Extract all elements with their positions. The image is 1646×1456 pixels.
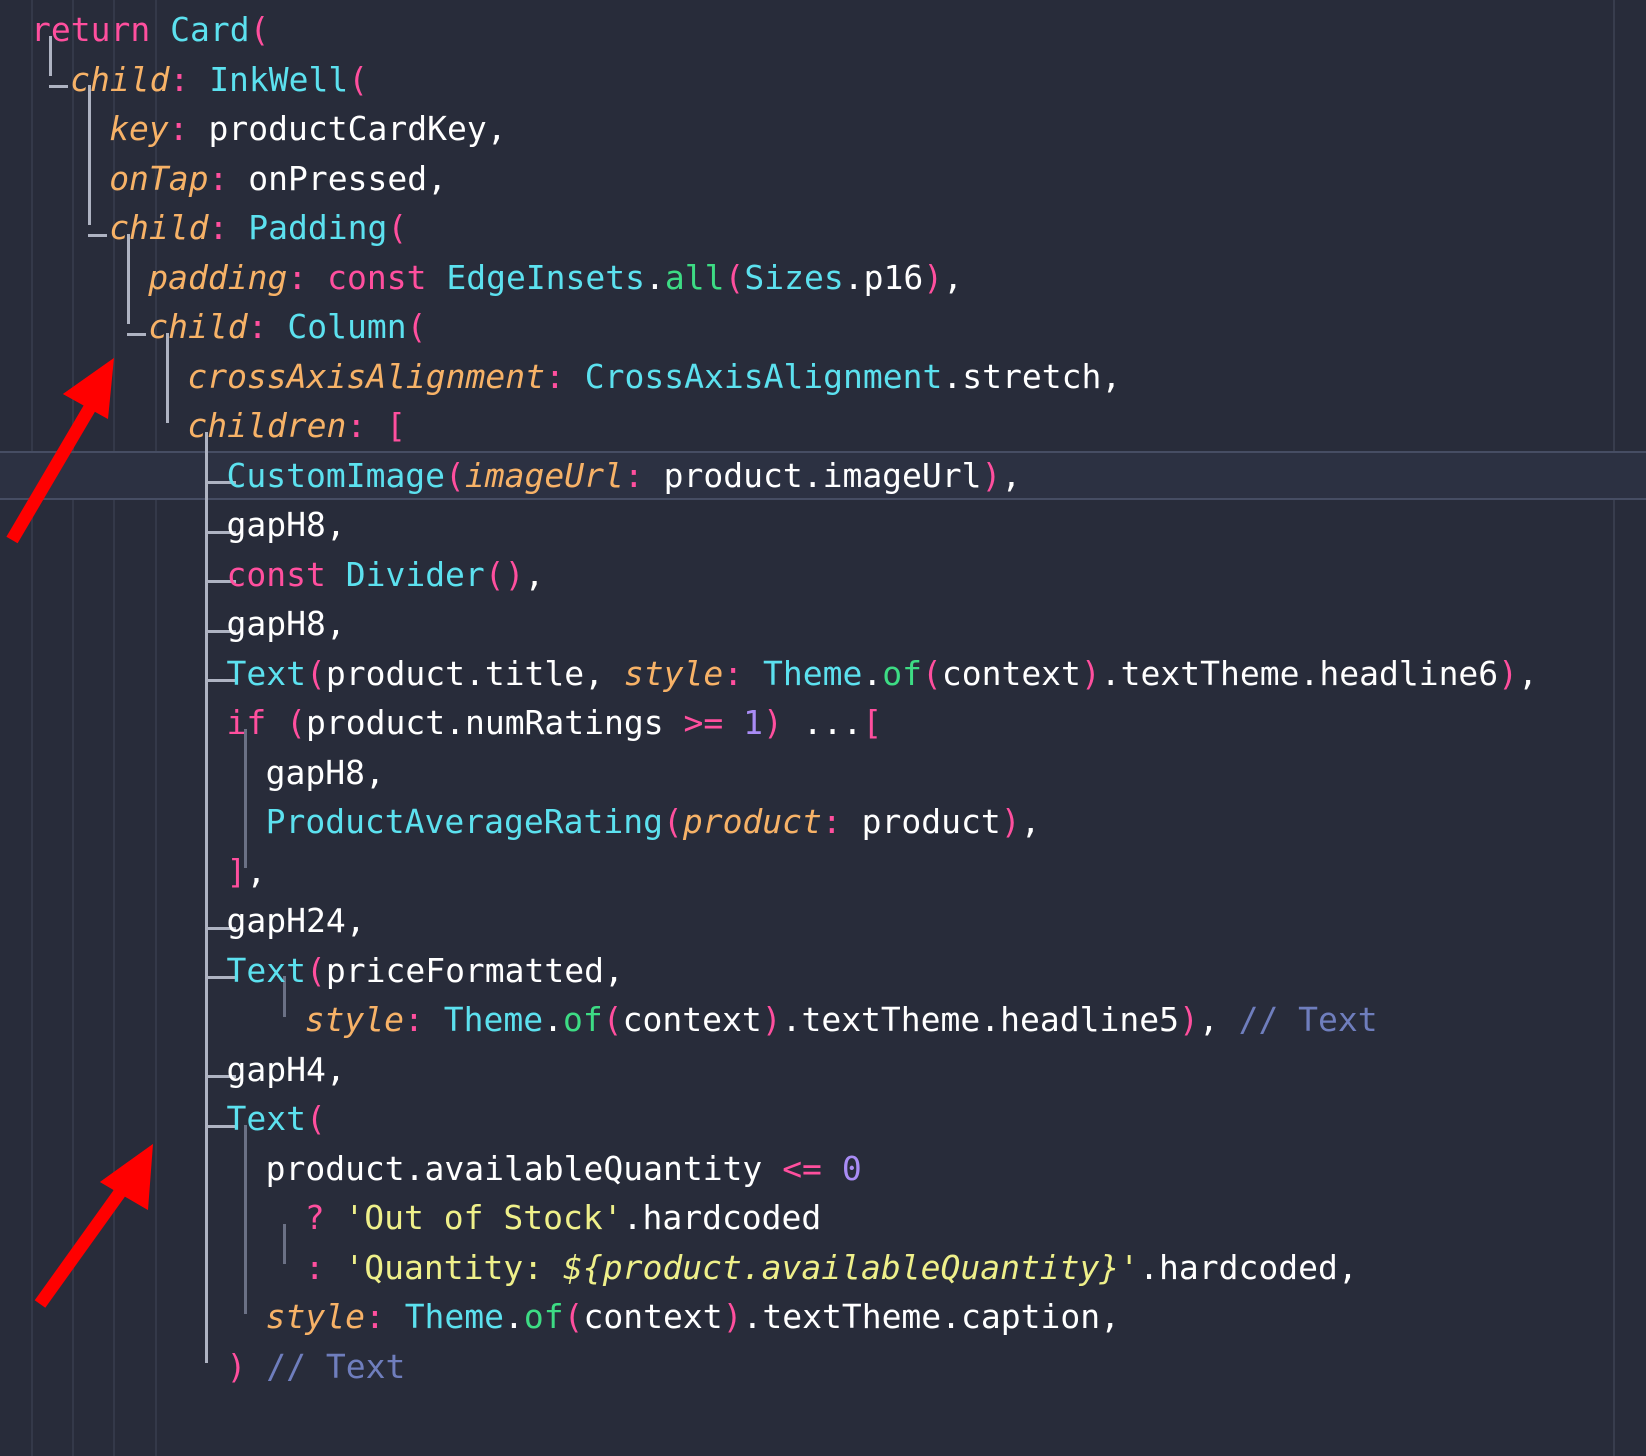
code-line[interactable]: : 'Quantity: ${product.availableQuantity… [0, 1243, 1646, 1293]
code-editor-viewport[interactable]: return Card(child: InkWell(key: productC… [0, 0, 1646, 1456]
code-line[interactable]: gapH24, [0, 896, 1646, 946]
code-line[interactable]: gapH8, [0, 748, 1646, 798]
code-line[interactable]: const Divider(), [0, 550, 1646, 600]
code-line[interactable]: Text( [0, 1094, 1646, 1144]
code-line[interactable]: ) // Text [0, 1342, 1646, 1392]
code-line[interactable]: Text(product.title, style: Theme.of(cont… [0, 649, 1646, 699]
code-line[interactable]: onTap: onPressed, [0, 154, 1646, 204]
code-line[interactable]: ProductAverageRating(product: product), [0, 797, 1646, 847]
code-line[interactable]: CustomImage(imageUrl: product.imageUrl), [0, 451, 1646, 501]
code-line[interactable]: Text(priceFormatted, [0, 946, 1646, 996]
code-line[interactable]: ? 'Out of Stock'.hardcoded [0, 1193, 1646, 1243]
code-line[interactable]: style: Theme.of(context).textTheme.capti… [0, 1292, 1646, 1342]
code-line[interactable]: product.availableQuantity <= 0 [0, 1144, 1646, 1194]
code-line[interactable]: ], [0, 847, 1646, 897]
code-line[interactable]: children: [ [0, 401, 1646, 451]
code-line[interactable]: crossAxisAlignment: CrossAxisAlignment.s… [0, 352, 1646, 402]
code-line[interactable]: padding: const EdgeInsets.all(Sizes.p16)… [0, 253, 1646, 303]
code-line[interactable]: child: Padding( [0, 203, 1646, 253]
code-line[interactable]: gapH4, [0, 1045, 1646, 1095]
code-line[interactable]: gapH8, [0, 599, 1646, 649]
code-line[interactable]: key: productCardKey, [0, 104, 1646, 154]
code-line[interactable]: child: InkWell( [0, 55, 1646, 105]
code-line[interactable]: style: Theme.of(context).textTheme.headl… [0, 995, 1646, 1045]
code-line[interactable]: if (product.numRatings >= 1) ...[ [0, 698, 1646, 748]
code-line[interactable]: gapH8, [0, 500, 1646, 550]
code-line[interactable]: return Card( [0, 5, 1646, 55]
code-line[interactable]: child: Column( [0, 302, 1646, 352]
